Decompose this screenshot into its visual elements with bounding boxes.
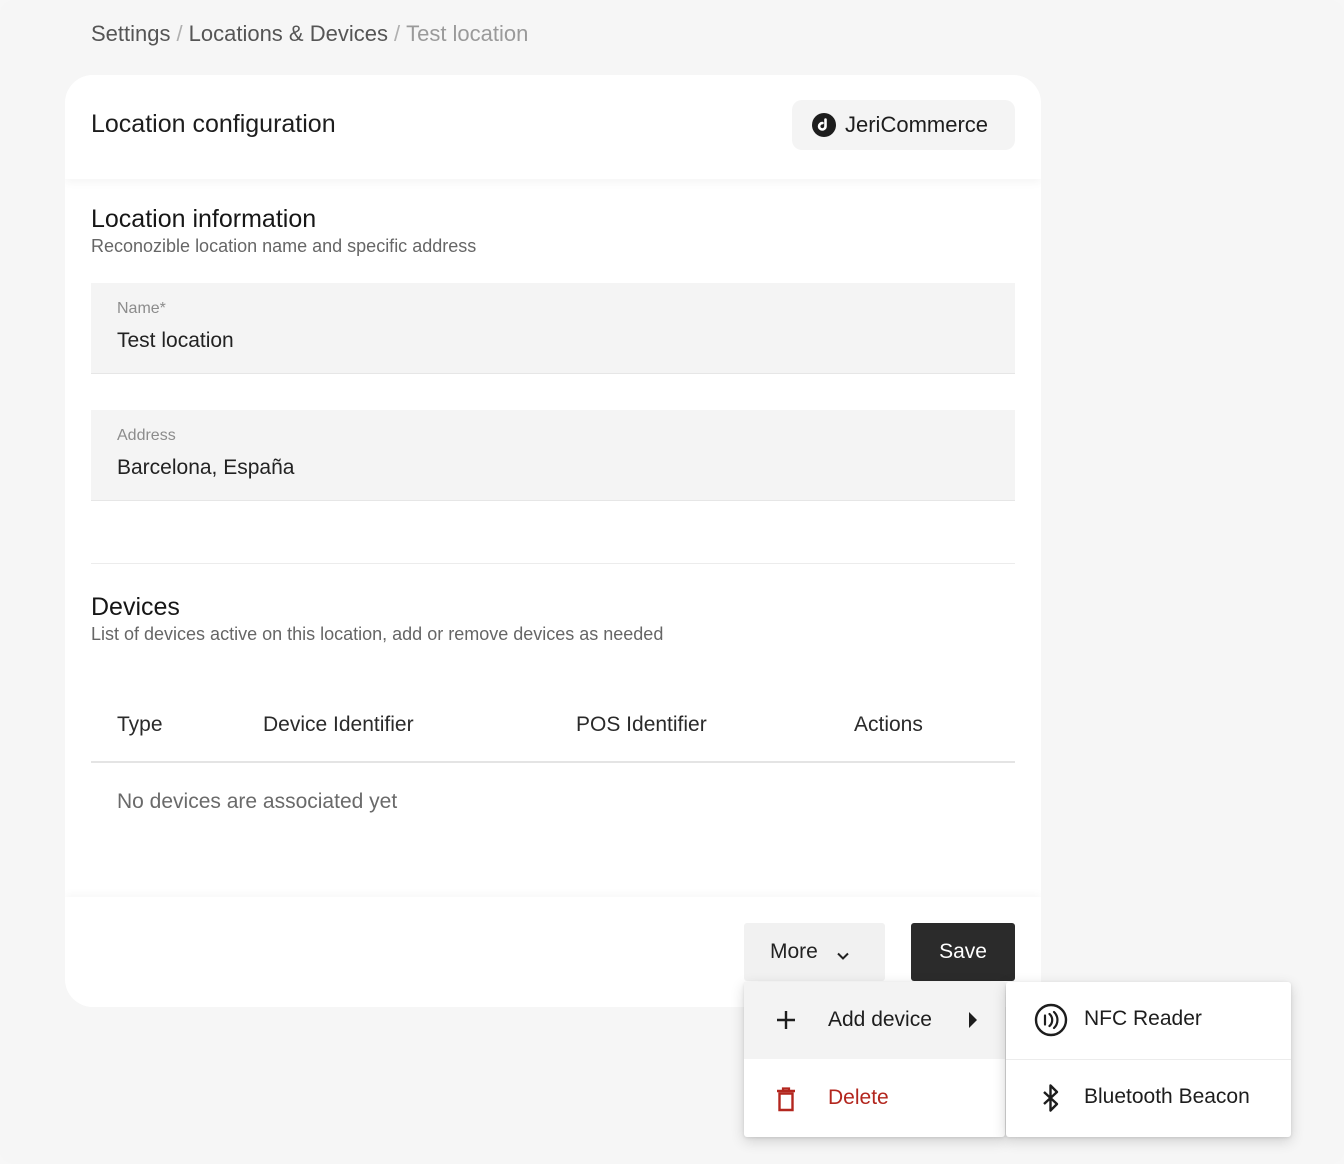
organization-chip[interactable]: JeriCommerce xyxy=(792,100,1015,150)
location-info-subtitle: Reconozible location name and specific a… xyxy=(91,236,477,256)
page-title: Location configuration xyxy=(91,110,336,138)
trash-icon xyxy=(774,1086,798,1112)
devices-empty-message: No devices are associated yet xyxy=(117,790,398,813)
card-header: Location configuration JeriCommerce xyxy=(65,75,1041,179)
address-input[interactable] xyxy=(117,456,977,480)
submenu-item-label: NFC Reader xyxy=(1084,1007,1202,1030)
more-menu: Add device Delete xyxy=(744,982,1005,1137)
submenu-item-nfc-reader[interactable]: NFC Reader xyxy=(1006,982,1291,1059)
name-field[interactable]: Name* xyxy=(91,283,1015,374)
more-button-label: More xyxy=(770,940,818,963)
menu-item-delete[interactable]: Delete xyxy=(744,1060,1005,1137)
breadcrumb-settings[interactable]: Settings xyxy=(91,21,171,46)
name-field-label: Name* xyxy=(117,300,166,317)
caret-right-icon xyxy=(968,1012,978,1028)
address-field-label: Address xyxy=(117,427,176,444)
brand-logo-icon xyxy=(812,113,836,137)
breadcrumb: Settings / Locations & Devices / Test locati… xyxy=(91,20,528,48)
bluetooth-icon xyxy=(1034,1081,1068,1115)
save-button[interactable]: Save xyxy=(911,923,1015,981)
breadcrumb-separator: / xyxy=(393,21,401,46)
menu-item-label: Add device xyxy=(828,1008,932,1031)
nfc-icon xyxy=(1034,1003,1068,1037)
column-header-actions: Actions xyxy=(854,713,923,736)
devices-title: Devices xyxy=(91,593,180,621)
name-input[interactable] xyxy=(117,329,977,353)
menu-item-label: Delete xyxy=(828,1086,889,1109)
devices-subtitle: List of devices active on this location,… xyxy=(91,624,664,644)
chevron-down-icon xyxy=(836,945,850,960)
submenu-item-label: Bluetooth Beacon xyxy=(1084,1085,1250,1108)
plus-icon xyxy=(774,1008,798,1032)
menu-item-add-device[interactable]: Add device xyxy=(744,982,1005,1059)
more-button[interactable]: More xyxy=(744,923,885,981)
column-header-device-identifier: Device Identifier xyxy=(263,713,414,736)
breadcrumb-locations[interactable]: Locations & Devices xyxy=(189,21,388,46)
devices-table-header: Type Device Identifier POS Identifier Ac… xyxy=(91,685,1015,763)
add-device-submenu: NFC Reader Bluetooth Beacon xyxy=(1006,982,1291,1137)
location-info-title: Location information xyxy=(91,205,317,233)
app-frame: Settings / Locations & Devices / Test locati… xyxy=(0,0,1344,1164)
column-header-pos-identifier: POS Identifier xyxy=(576,713,707,736)
location-card: Location configuration JeriCommerce Loca… xyxy=(65,75,1041,1007)
address-field[interactable]: Address xyxy=(91,410,1015,501)
organization-name: JeriCommerce xyxy=(845,112,989,137)
submenu-item-bluetooth-beacon[interactable]: Bluetooth Beacon xyxy=(1006,1060,1291,1137)
breadcrumb-separator: / xyxy=(176,21,183,46)
section-divider xyxy=(91,563,1015,564)
column-header-type: Type xyxy=(117,713,163,736)
breadcrumb-current: Test location xyxy=(406,21,529,46)
